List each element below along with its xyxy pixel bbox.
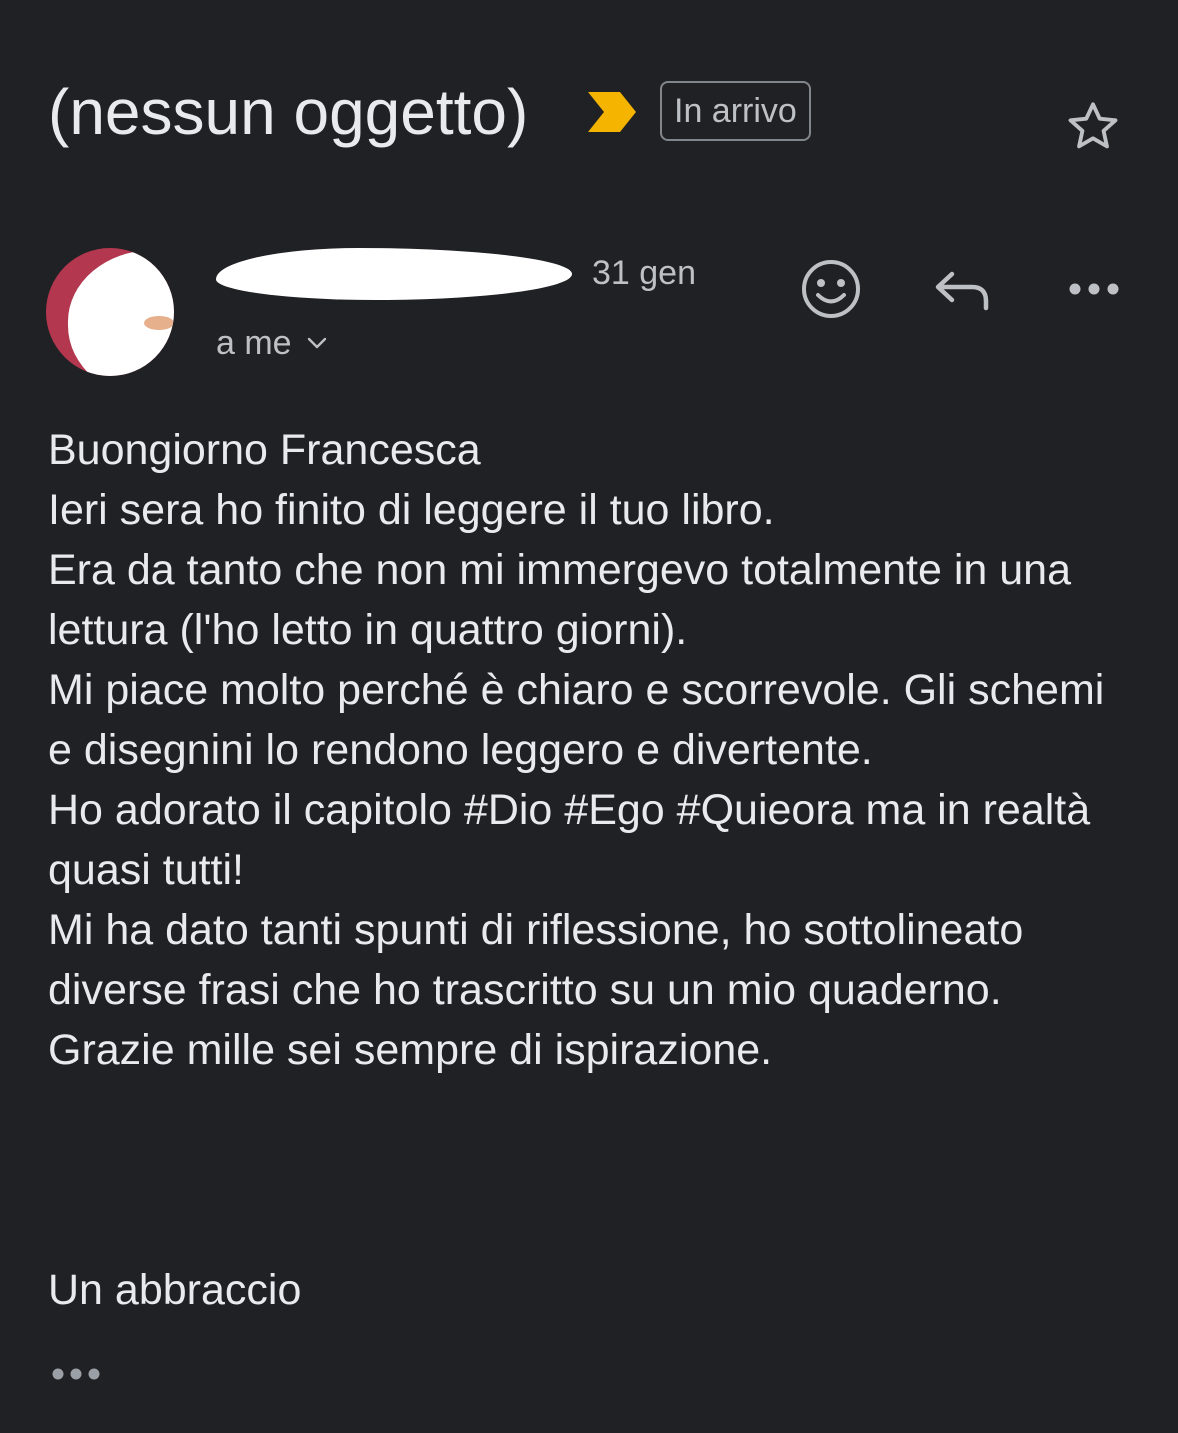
show-trimmed-content-icon[interactable] (48, 1354, 108, 1394)
recipient-toggle[interactable]: a me (216, 322, 328, 364)
body-line: Grazie mille sei sempre di ispirazione. (48, 1026, 773, 1074)
sender-name-redaction[interactable] (216, 248, 572, 300)
subject-title: (nessun oggetto) (48, 76, 529, 148)
recipient-label: a me (216, 324, 292, 362)
reply-icon[interactable] (930, 256, 996, 322)
body-line: Mi piace molto perché è chiaro e scorrev… (48, 666, 1105, 774)
star-icon[interactable] (1062, 96, 1124, 158)
importance-marker-icon[interactable] (586, 90, 638, 134)
message-header: (nessun oggetto) In arrivo (0, 0, 1178, 200)
message-body: Buongiorno Francesca Ieri sera ho finito… (48, 420, 1138, 1080)
message-date: 31 gen (592, 254, 696, 292)
body-line: Ho adorato il capitolo #Dio #Ego #Quieor… (48, 786, 1091, 894)
body-line: Mi ha dato tanti spunti di riflessione, … (48, 906, 1024, 1014)
label-chip-inbox[interactable]: In arrivo (660, 81, 811, 141)
message-signoff: Un abbraccio (48, 1266, 302, 1314)
body-line: Ieri sera ho finito di leggere il tuo li… (48, 486, 775, 534)
body-line: Buongiorno Francesca (48, 426, 481, 474)
avatar[interactable] (46, 248, 174, 376)
avatar-redaction (68, 250, 174, 376)
emoji-icon[interactable] (798, 256, 864, 322)
more-options-icon[interactable] (1062, 256, 1128, 322)
avatar-detail (144, 316, 174, 330)
sender-row: 31 gen a me (0, 230, 1178, 380)
body-line: Era da tanto che non mi immergevo totalm… (48, 546, 1072, 654)
chevron-down-icon (307, 337, 326, 349)
